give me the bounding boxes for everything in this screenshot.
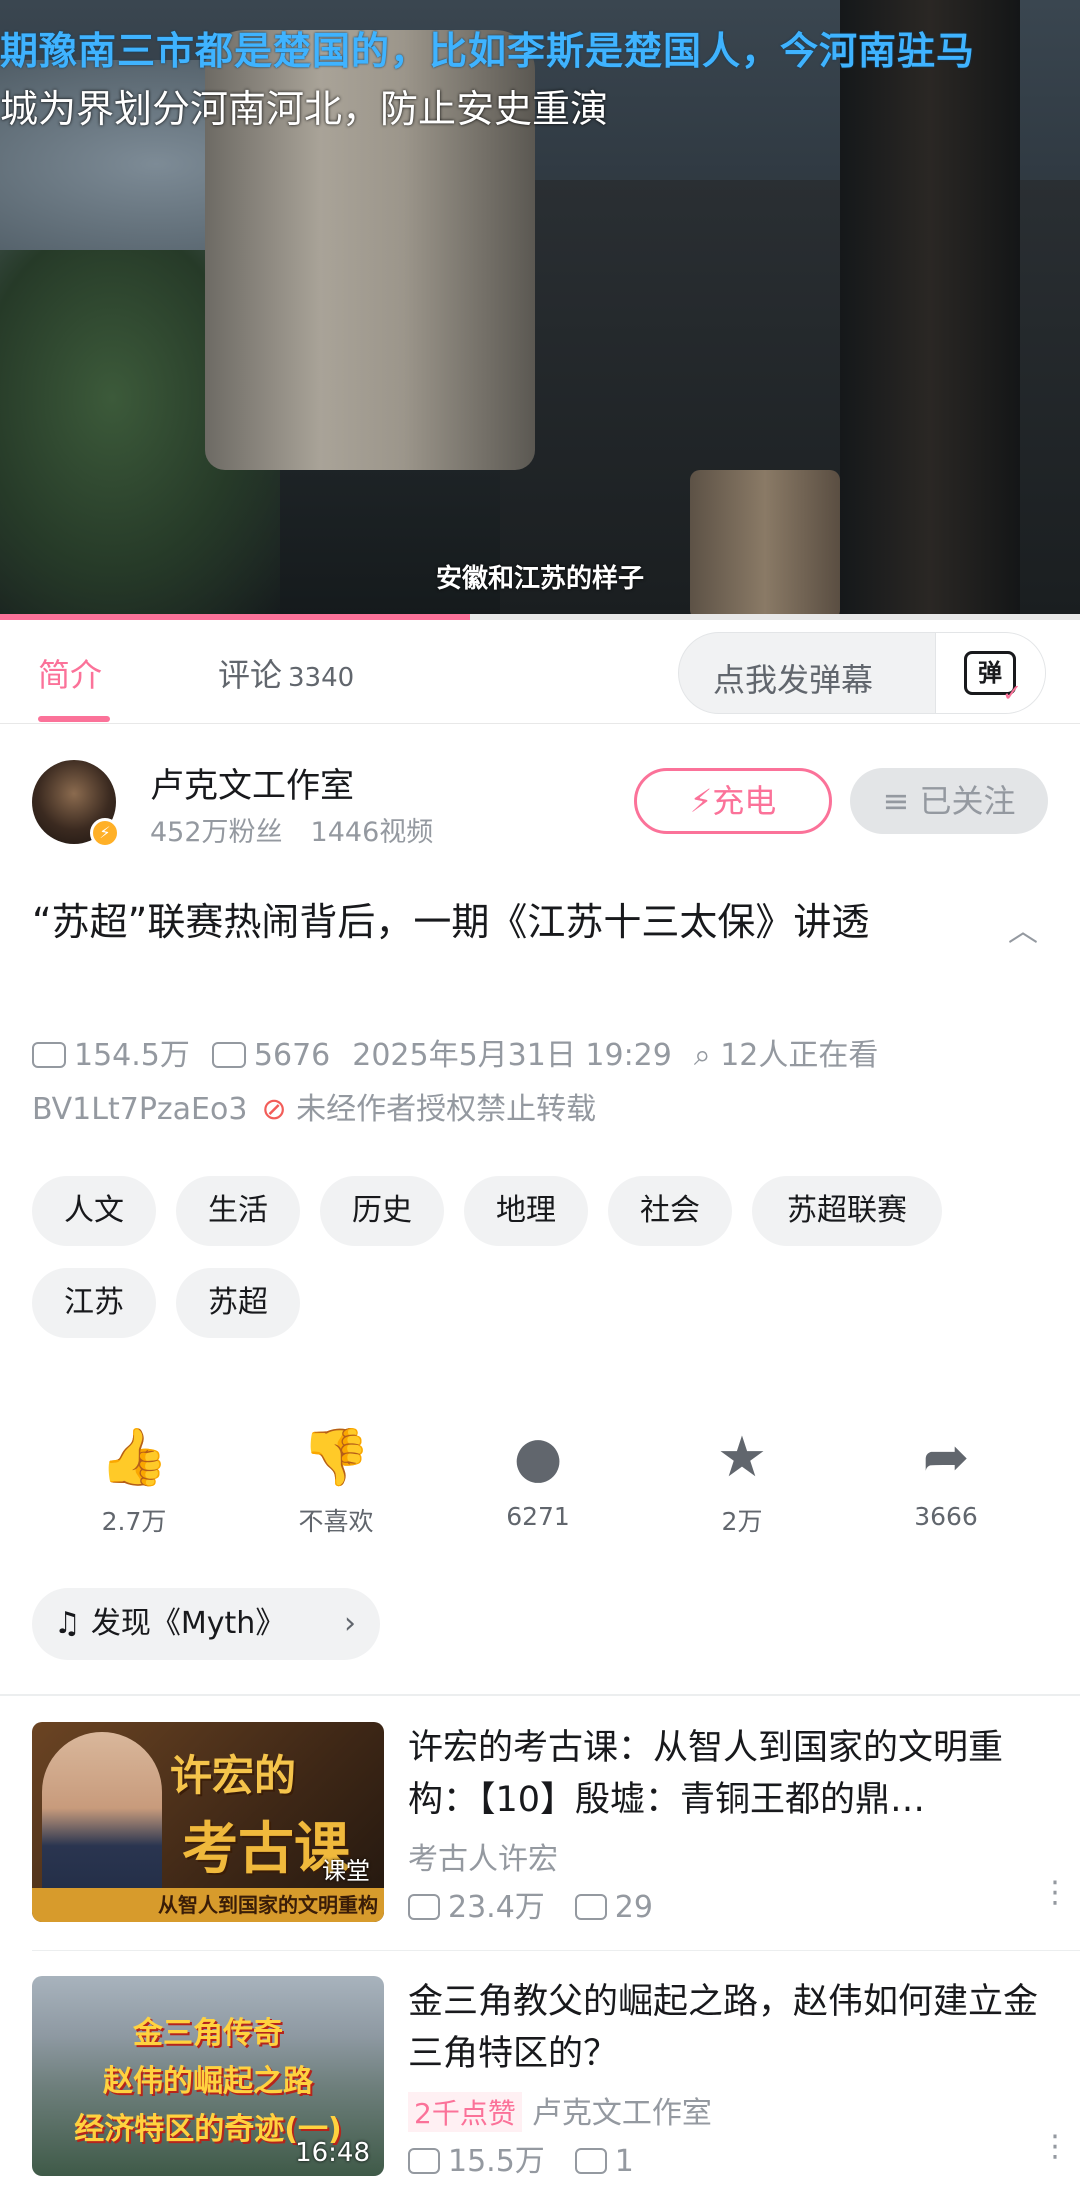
recommended-danmaku: 1 bbox=[614, 2144, 634, 2179]
watching-count: 12人正在看 bbox=[720, 1038, 879, 1073]
tag-item[interactable]: 社会 bbox=[608, 1176, 732, 1246]
tag-item[interactable]: 人文 bbox=[32, 1176, 156, 1246]
video-thumbnail[interactable]: 许宏的 考古课 课堂 从智人到国家的文明重构 bbox=[32, 1722, 384, 1922]
charge-label: 充电 bbox=[712, 782, 777, 820]
detail-tabs: 简介 评论 3340 点我发弹幕 弹 ✓ bbox=[0, 620, 1080, 724]
tag-item[interactable]: 生活 bbox=[176, 1176, 300, 1246]
recommended-title[interactable]: 许宏的考古课：从智人到国家的文明重构：【10】殷墟：青铜王都的鼎… bbox=[408, 1722, 1062, 1826]
author-stats: 452万粉丝 1446视频 bbox=[150, 810, 433, 849]
recommended-author-row: 2千点赞 卢克文工作室 bbox=[408, 2088, 712, 2132]
tab-comments-label: 评论 bbox=[218, 656, 283, 694]
follow-label: 已关注 bbox=[919, 782, 1016, 820]
thumbnail-text: 赵伟的崛起之路 bbox=[103, 2064, 313, 2099]
recommended-danmaku: 29 bbox=[614, 1890, 653, 1925]
danmaku-comment-2: 城为界划分河南河北，防止安史重演 bbox=[0, 87, 609, 131]
recommended-video-card[interactable]: 金三角传奇 赵伟的崛起之路 经济特区的奇迹(一) 16:48 金三角教父的崛起之… bbox=[32, 1976, 1070, 2186]
dislike-button[interactable]: 👎 不喜欢 bbox=[266, 1426, 406, 1538]
no-repost-icon: ⊘ bbox=[261, 1092, 297, 1127]
coin-icon: ● bbox=[513, 1425, 563, 1490]
watching-icon: ⌕ bbox=[693, 1038, 721, 1073]
thumbnail-text: 许宏的 bbox=[170, 1751, 297, 1800]
video-meta-2: BV1Lt7PzaEo3 ⊘ 未经作者授权禁止转载 bbox=[32, 1084, 596, 1128]
publish-date: 2025年5月31日 19:29 bbox=[352, 1038, 672, 1073]
more-options-icon[interactable]: ⋮ bbox=[1040, 2132, 1070, 2162]
section-divider bbox=[0, 1694, 1080, 1696]
tag-item[interactable]: 历史 bbox=[320, 1176, 444, 1246]
chevron-right-icon: › bbox=[344, 1606, 356, 1641]
recommended-video-card[interactable]: 许宏的 考古课 课堂 从智人到国家的文明重构 许宏的考古课：从智人到国家的文明重… bbox=[32, 1722, 1070, 1932]
video-duration: 16:48 bbox=[295, 2138, 370, 2168]
video-frame-pillar bbox=[840, 0, 1020, 620]
star-icon: ★ bbox=[716, 1425, 768, 1490]
like-button[interactable]: 👍 2.7万 bbox=[64, 1426, 204, 1538]
dislike-label: 不喜欢 bbox=[298, 1507, 374, 1536]
tag-item[interactable]: 苏超联赛 bbox=[752, 1176, 942, 1246]
card-divider bbox=[32, 1950, 1080, 1951]
danmaku-placeholder: 点我发弹幕 bbox=[713, 661, 874, 699]
video-player[interactable]: 期豫南三市都是楚国的，比如李斯是楚国人，今河南驻马 城为界划分河南河北，防止安史… bbox=[0, 0, 1080, 620]
danmaku-count-icon bbox=[574, 2148, 607, 2174]
danmaku-input[interactable]: 点我发弹幕 弹 ✓ bbox=[678, 632, 1046, 714]
coin-count: 6271 bbox=[506, 1502, 570, 1531]
share-button[interactable]: ➦ 3666 bbox=[876, 1425, 1016, 1532]
tag-item[interactable]: 苏超 bbox=[176, 1268, 300, 1338]
recommended-stats: 23.4万 29 bbox=[408, 1882, 653, 1926]
no-repost-text: 未经作者授权禁止转载 bbox=[296, 1092, 597, 1127]
play-count-icon bbox=[408, 2148, 440, 2174]
share-count: 3666 bbox=[914, 1502, 978, 1531]
tag-item[interactable]: 江苏 bbox=[32, 1268, 156, 1338]
danmaku-toggle-button[interactable]: 弹 ✓ bbox=[935, 633, 1045, 713]
video-caption: 安徽和江苏的样子 bbox=[435, 564, 644, 594]
danmaku-count-icon bbox=[574, 1894, 607, 1920]
favorite-button[interactable]: ★ 2万 bbox=[672, 1426, 812, 1538]
chevron-up-icon[interactable]: ︿ bbox=[1008, 906, 1038, 950]
danmaku-count-icon bbox=[211, 1042, 246, 1068]
tab-comments[interactable]: 评论 3340 bbox=[218, 650, 354, 696]
like-count: 2.7万 bbox=[101, 1507, 167, 1536]
recommended-views: 23.4万 bbox=[448, 1890, 545, 1925]
bvid: BV1Lt7PzaEo3 bbox=[32, 1092, 248, 1127]
hot-badge: 2千点赞 bbox=[408, 2092, 522, 2132]
video-thumbnail[interactable]: 金三角传奇 赵伟的崛起之路 经济特区的奇迹(一) 16:48 bbox=[32, 1976, 384, 2176]
thumbnail-text: 金三角传奇 bbox=[133, 2016, 283, 2051]
recommended-views: 15.5万 bbox=[448, 2144, 545, 2179]
music-note-icon: ♫ bbox=[54, 1606, 81, 1641]
menu-icon: ≡ bbox=[882, 782, 920, 820]
author-avatar[interactable]: ⚡ bbox=[32, 760, 120, 848]
music-discover-chip[interactable]: ♫ 发现《Myth》 › bbox=[32, 1588, 380, 1660]
lightning-badge-icon: ⚡ bbox=[90, 818, 120, 848]
charge-button[interactable]: ⚡充电 bbox=[634, 768, 832, 834]
video-frame-lantern-small bbox=[690, 470, 840, 620]
recommended-author: 考古人许宏 bbox=[408, 1842, 558, 1877]
author-name[interactable]: 卢克文工作室 bbox=[150, 758, 354, 807]
tag-item[interactable]: 地理 bbox=[464, 1176, 588, 1246]
video-title: “苏超”联赛热闹背后，一期《江苏十三太保》讲透 bbox=[32, 900, 870, 944]
follow-button[interactable]: ≡ 已关注 bbox=[850, 768, 1048, 834]
video-meta: 154.5万 5676 2025年5月31日 19:29 ⌕ 12人正在看 bbox=[32, 1030, 878, 1074]
play-count-icon bbox=[32, 1042, 66, 1068]
share-arrow-icon: ➦ bbox=[922, 1425, 970, 1490]
danmaku-count: 5676 bbox=[253, 1038, 331, 1073]
thumbnail-band: 从智人到国家的文明重构 bbox=[32, 1888, 384, 1922]
recommended-stats: 15.5万 1 bbox=[408, 2136, 634, 2180]
thumbs-down-icon: 👎 bbox=[301, 1425, 371, 1490]
play-count-icon bbox=[408, 1894, 440, 1920]
coin-button[interactable]: ● 6271 bbox=[468, 1425, 608, 1532]
danmaku-comment: 期豫南三市都是楚国的，比如李斯是楚国人，今河南驻马 bbox=[0, 29, 976, 73]
music-label: 发现《Myth》 bbox=[90, 1606, 286, 1641]
comments-count: 3340 bbox=[288, 663, 355, 693]
lightning-icon: ⚡ bbox=[689, 782, 713, 820]
more-options-icon[interactable]: ⋮ bbox=[1040, 1878, 1070, 1908]
view-count: 154.5万 bbox=[74, 1038, 190, 1073]
author-fans: 452万粉丝 bbox=[150, 817, 283, 848]
favorite-count: 2万 bbox=[721, 1507, 763, 1536]
author-videos: 1446视频 bbox=[310, 817, 434, 848]
recommended-author: 卢克文工作室 bbox=[531, 2096, 712, 2131]
tab-intro[interactable]: 简介 bbox=[38, 650, 102, 696]
check-icon: ✓ bbox=[1002, 679, 1023, 707]
thumbnail-badge: 课堂 bbox=[322, 1857, 370, 1885]
thumbs-up-icon: 👍 bbox=[99, 1425, 169, 1490]
tab-active-indicator bbox=[38, 716, 110, 722]
recommended-title[interactable]: 金三角教父的崛起之路，赵伟如何建立金三角特区的？ bbox=[408, 1976, 1062, 2080]
